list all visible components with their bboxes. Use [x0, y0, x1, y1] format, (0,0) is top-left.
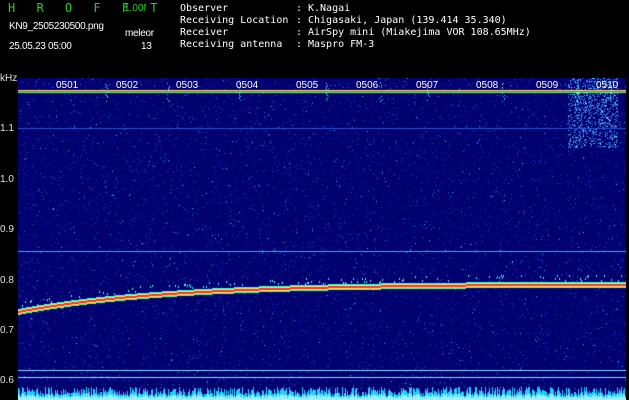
- y-tick-label: 0.6: [0, 375, 14, 386]
- time-label: 0502: [116, 80, 139, 91]
- time-label: 0505: [296, 80, 319, 91]
- header-panel: H R O F F T 1.00f KN9_2505230500.png 25.…: [0, 0, 629, 78]
- time-label: 0504: [236, 80, 259, 91]
- field-sep: :: [296, 15, 303, 26]
- version-label: 1.00f: [124, 3, 147, 14]
- y-tick-label: 1.0: [0, 174, 14, 185]
- time-label: 0503: [176, 80, 199, 91]
- y-tick-label: 0.7: [0, 325, 14, 336]
- unit-label: kHz: [0, 73, 18, 84]
- field-label-antenna: Receiving antenna: [180, 39, 283, 50]
- filename-label: KN9_2505230500.png: [9, 21, 104, 32]
- mode-label: meleor: [125, 28, 154, 39]
- y-tick-label: 0.9: [0, 224, 14, 235]
- time-label: 0506: [356, 80, 379, 91]
- count-label: 13: [141, 41, 152, 52]
- field-label-receiver: Receiver: [180, 27, 229, 38]
- field-label-location: Receiving Location: [180, 15, 289, 26]
- datetime-label: 25.05.23 05:00: [9, 41, 72, 52]
- field-label-observer: Observer: [180, 3, 229, 14]
- time-label: 0508: [476, 80, 499, 91]
- time-label: 0507: [416, 80, 439, 91]
- field-sep: :: [296, 27, 303, 38]
- time-label: 0510: [596, 80, 619, 91]
- field-value-observer: K.Nagai: [308, 3, 351, 14]
- field-sep: :: [296, 3, 303, 14]
- spectrogram-canvas: [18, 78, 626, 400]
- y-tick-label: 1.1: [0, 123, 14, 134]
- field-sep: :: [296, 39, 303, 50]
- field-value-location: Chigasaki, Japan (139.414 35.340): [308, 15, 507, 26]
- time-label: 0509: [536, 80, 559, 91]
- y-tick-label: 0.8: [0, 275, 14, 286]
- field-value-receiver: AirSpy mini (Miakejima VOR 108.65MHz): [308, 27, 531, 38]
- field-value-antenna: Maspro FM-3: [308, 39, 375, 50]
- time-label: 0501: [56, 80, 79, 91]
